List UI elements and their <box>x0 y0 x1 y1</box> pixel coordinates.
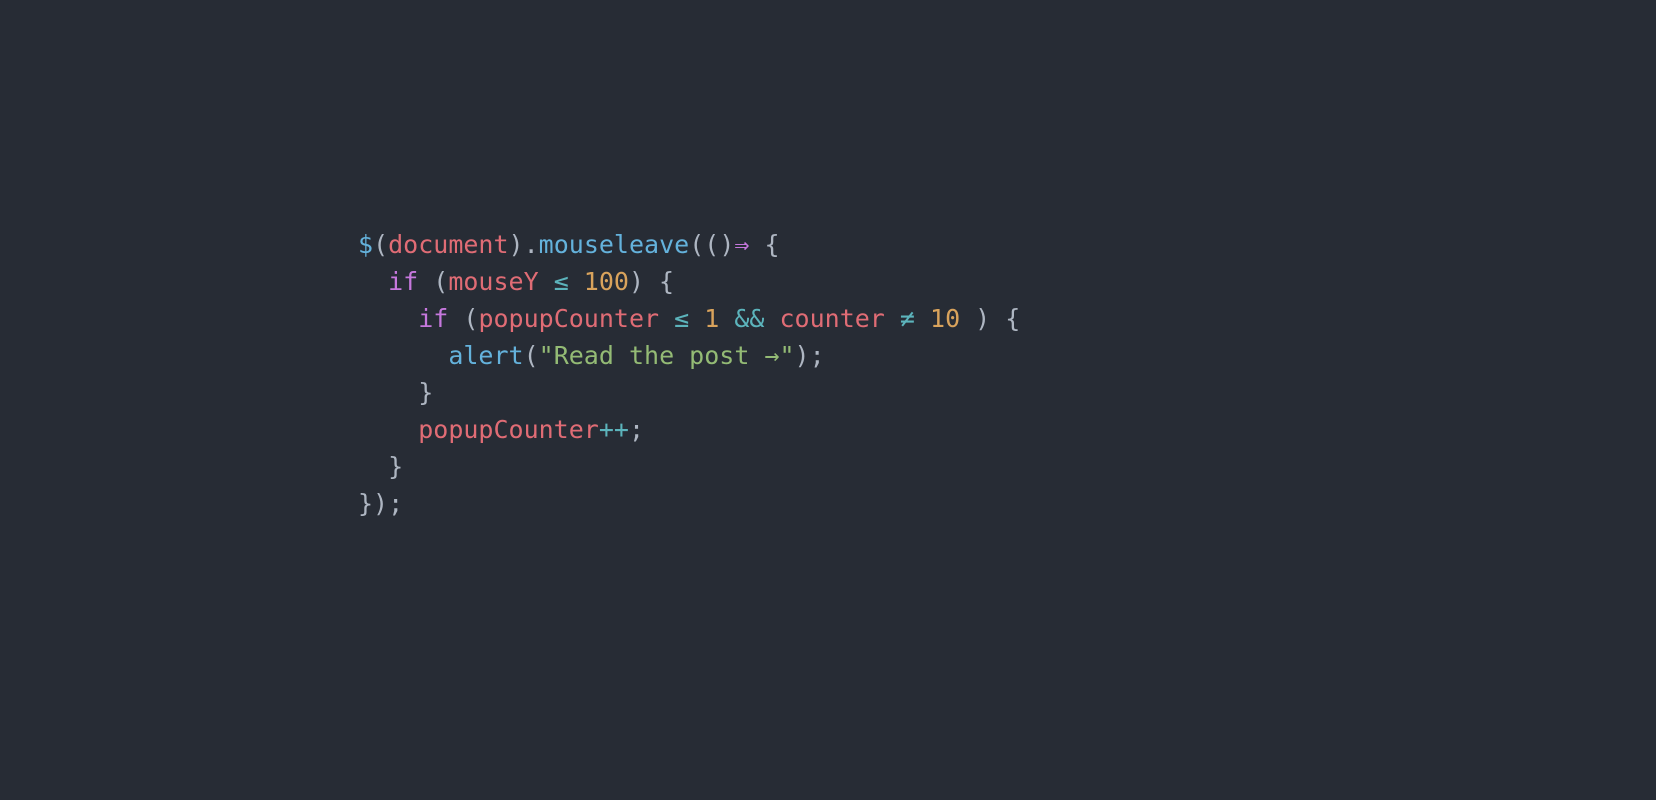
indent-guide <box>388 304 418 333</box>
semicolon: ; <box>629 415 644 444</box>
operator-increment: ++ <box>599 415 629 444</box>
function-alert: alert <box>448 341 523 370</box>
indent-guide <box>358 452 388 481</box>
paren-open: ( <box>704 230 719 259</box>
code-line-3: if (popupCounter ≤ 1 && counter ≠ 10 ) { <box>358 304 1020 333</box>
indent-guide <box>358 378 388 407</box>
arrow-token: ⇒ <box>734 230 749 259</box>
indent-guide <box>358 341 388 370</box>
indent-guide <box>418 341 448 370</box>
operator-le: ≤ <box>659 304 704 333</box>
brace-close: } <box>388 452 403 481</box>
paren-open: ( <box>373 230 388 259</box>
code-line-4: alert("Read the post →"); <box>358 341 825 370</box>
indent-guide <box>358 304 388 333</box>
code-line-2: if (mouseY ≤ 100) { <box>358 267 674 296</box>
indent-guide <box>388 378 418 407</box>
operator-and: && <box>719 304 779 333</box>
paren-close-brace: ) { <box>629 267 674 296</box>
code-line-5: } <box>358 378 433 407</box>
paren-close: ) <box>509 230 524 259</box>
paren-open: ( <box>689 230 704 259</box>
string-literal: "Read the post →" <box>539 341 795 370</box>
paren-close-brace: ) { <box>960 304 1020 333</box>
brace-close: } <box>418 378 433 407</box>
paren-close: ) <box>719 230 734 259</box>
identifier-popupCounter: popupCounter <box>418 415 599 444</box>
jquery-dollar: $ <box>358 230 373 259</box>
indent-guide <box>358 415 388 444</box>
identifier-document: document <box>388 230 508 259</box>
indent-guide <box>388 341 418 370</box>
brace-open: { <box>749 230 779 259</box>
paren-open: ( <box>524 341 539 370</box>
number-100: 100 <box>584 267 629 296</box>
keyword-if: if <box>388 267 418 296</box>
code-line-6: popupCounter++; <box>358 415 644 444</box>
identifier-popupCounter: popupCounter <box>478 304 659 333</box>
identifier-mouseY: mouseY <box>448 267 538 296</box>
code-line-8: }); <box>358 489 403 518</box>
code-line-1: $(document).mouseleave(()⇒ { <box>358 230 780 259</box>
identifier-counter: counter <box>780 304 885 333</box>
operator-ne: ≠ <box>885 304 930 333</box>
paren-close-semi: ); <box>795 341 825 370</box>
brace-paren-semi-close: }); <box>358 489 403 518</box>
code-block: $(document).mouseleave(()⇒ { if (mouseY … <box>358 226 1020 522</box>
method-mouseleave: mouseleave <box>539 230 690 259</box>
keyword-if: if <box>418 304 448 333</box>
code-line-7: } <box>358 452 403 481</box>
indent-guide <box>388 415 418 444</box>
indent-guide <box>358 267 388 296</box>
dot: . <box>524 230 539 259</box>
paren-open: ( <box>448 304 478 333</box>
paren-open: ( <box>418 267 448 296</box>
operator-le: ≤ <box>539 267 584 296</box>
number-10: 10 <box>930 304 960 333</box>
number-1: 1 <box>704 304 719 333</box>
